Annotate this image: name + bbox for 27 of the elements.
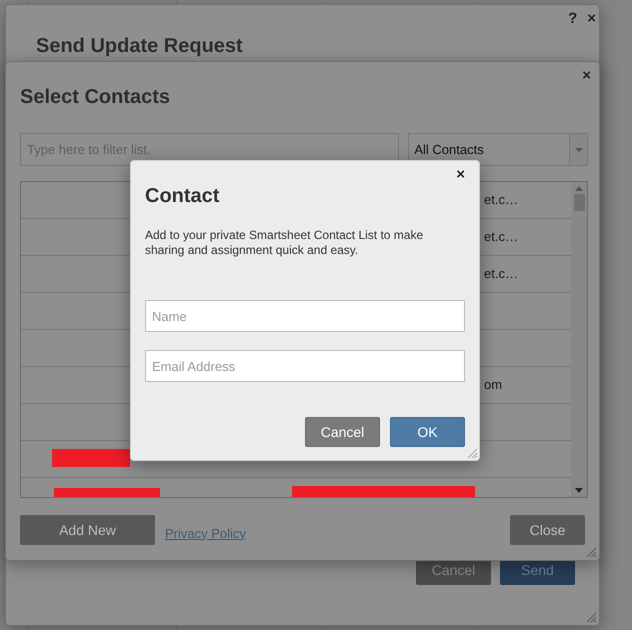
scroll-down-icon[interactable] bbox=[575, 488, 583, 493]
scrollbar[interactable] bbox=[571, 182, 587, 497]
dialog-title: Contact bbox=[145, 185, 220, 208]
resize-grip-icon[interactable] bbox=[467, 448, 478, 459]
scroll-up-icon[interactable] bbox=[575, 186, 583, 191]
dialog-description: Add to your private Smartsheet Contact List to make sharing and assignment quick and easy. bbox=[145, 228, 424, 258]
close-icon[interactable]: × bbox=[456, 167, 465, 183]
resize-grip-icon[interactable] bbox=[586, 612, 597, 623]
contacts-dropdown[interactable]: All Contacts bbox=[408, 133, 588, 166]
close-icon[interactable]: × bbox=[587, 11, 596, 29]
close-button[interactable]: Close bbox=[510, 515, 585, 545]
resize-grip-icon[interactable] bbox=[586, 547, 597, 558]
table-cell: et.c… bbox=[484, 229, 518, 244]
help-icon[interactable]: ? bbox=[568, 11, 578, 29]
dialog-button[interactable]: Cancel bbox=[305, 417, 380, 447]
add-new-button[interactable]: Add New bbox=[20, 515, 155, 545]
table-cell: et.c… bbox=[484, 192, 518, 207]
dropdown-caret-icon bbox=[574, 148, 582, 152]
input-field[interactable]: Email Address bbox=[145, 350, 465, 382]
table-cell: et.c… bbox=[484, 266, 518, 281]
dialog-title: Select Contacts bbox=[20, 86, 172, 109]
close-icon[interactable]: × bbox=[582, 68, 591, 84]
input-field[interactable]: Name bbox=[145, 300, 465, 332]
table-cell: om bbox=[484, 377, 502, 392]
dialog-title: Send Update Request bbox=[36, 35, 244, 58]
scroll-thumb[interactable] bbox=[574, 194, 584, 211]
dialog-button[interactable]: OK bbox=[390, 417, 465, 447]
